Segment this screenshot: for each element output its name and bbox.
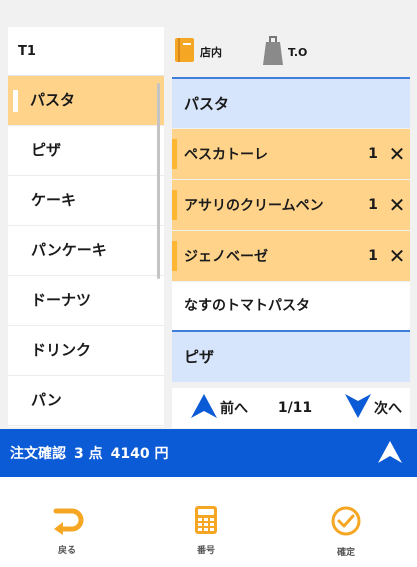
- arrow-down-icon: [344, 393, 372, 423]
- item-qty: 1: [368, 197, 378, 213]
- dine-in-label: 店内: [200, 46, 222, 59]
- next-label: 次へ: [374, 401, 402, 417]
- number-button[interactable]: 番号: [171, 505, 241, 556]
- takeout-button[interactable]: T.O: [262, 36, 307, 68]
- item-name: ジェノベーゼ: [184, 249, 268, 265]
- section-header-pizza: ピザ: [172, 332, 410, 382]
- menu-item[interactable]: なすのトマトパスタ: [172, 282, 410, 332]
- expand-up-icon[interactable]: [377, 440, 403, 468]
- remove-icon[interactable]: ✕: [384, 193, 410, 217]
- category-item-pancake[interactable]: パンケーキ: [8, 226, 164, 276]
- category-item-pizza[interactable]: ピザ: [8, 126, 164, 176]
- confirm-button[interactable]: 確定: [311, 505, 381, 558]
- category-item-pasta[interactable]: パスタ: [8, 76, 164, 126]
- confirm-label-footer: 確定: [336, 548, 355, 558]
- back-arrow-icon: [50, 508, 84, 539]
- next-page-button[interactable]: 次へ: [342, 393, 402, 423]
- category-item-cake[interactable]: ケーキ: [8, 176, 164, 226]
- item-name: ペスカトーレ: [184, 147, 268, 163]
- item-qty: 1: [368, 248, 378, 264]
- book-icon: [174, 37, 196, 67]
- takeout-label: T.O: [288, 45, 308, 59]
- prev-page-button[interactable]: 前へ: [188, 393, 248, 423]
- number-label: 番号: [196, 546, 215, 556]
- item-name: アサリのクリームペン: [184, 198, 324, 214]
- back-label: 戻る: [57, 546, 76, 556]
- back-button[interactable]: 戻る: [32, 505, 102, 556]
- remove-icon[interactable]: ✕: [384, 244, 410, 268]
- item-qty: 1: [368, 146, 378, 162]
- dine-in-button[interactable]: 店内: [174, 37, 222, 67]
- remove-icon[interactable]: ✕: [384, 142, 410, 166]
- footer-toolbar: 戻る 番号 確定: [0, 477, 417, 567]
- category-item-donut[interactable]: ドーナツ: [8, 276, 164, 326]
- order-screen: T1 パスタ ピザ ケーキ パンケーキ ドーナツ ドリンク パン 店内 T.O: [0, 0, 417, 567]
- order-confirm-bar[interactable]: 注文確認 3 点 4140 円: [0, 429, 417, 477]
- prev-label: 前へ: [220, 401, 248, 417]
- category-item-bread[interactable]: パン: [8, 376, 164, 426]
- arrow-up-icon: [190, 393, 218, 423]
- category-panel: T1 パスタ ピザ ケーキ パンケーキ ドーナツ ドリンク パン: [8, 27, 164, 427]
- category-item-drink[interactable]: ドリンク: [8, 326, 164, 376]
- section-header-pasta: パスタ: [172, 77, 410, 128]
- order-item[interactable]: アサリのクリームペン 1 ✕: [172, 180, 410, 230]
- check-circle-icon: [330, 506, 362, 541]
- item-count: 3 点: [74, 446, 103, 462]
- order-item[interactable]: ペスカトーレ 1 ✕: [172, 129, 410, 179]
- pager: 前へ 1/11 次へ: [172, 388, 410, 428]
- confirm-label: 注文確認: [10, 446, 66, 462]
- order-item[interactable]: ジェノベーゼ 1 ✕: [172, 231, 410, 281]
- menu-list: パスタ ペスカトーレ 1 ✕ アサリのクリームペン 1 ✕ ジェノベーゼ 1 ✕…: [172, 77, 410, 382]
- category-scrollbar[interactable]: [157, 83, 160, 279]
- order-total: 4140 円: [110, 446, 169, 462]
- table-number: T1: [8, 27, 164, 76]
- page-indicator: 1/11: [277, 400, 313, 416]
- takeout-bag-icon: [262, 34, 284, 70]
- calculator-icon: [194, 506, 218, 539]
